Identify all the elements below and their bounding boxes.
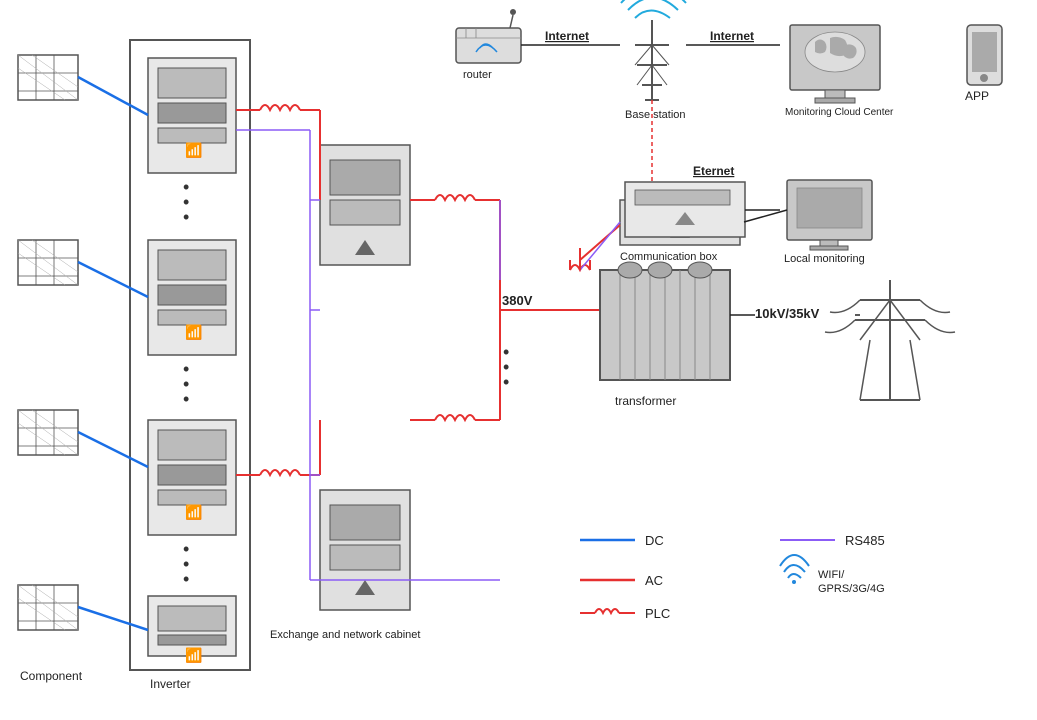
internet-label-1: Internet <box>545 29 589 43</box>
inverter-unit-4: 📶 <box>148 596 236 664</box>
svg-text:📶: 📶 <box>185 324 202 341</box>
svg-text:•: • <box>183 389 189 409</box>
app-label: APP <box>965 89 989 103</box>
wifi-legend-label2: GPRS/3G/4G <box>818 583 885 595</box>
dc-legend-label: DC <box>645 533 664 548</box>
transformer <box>600 262 730 380</box>
voltage-10k-label: 10kV/35kV <box>755 306 820 321</box>
exchange-cabinet-1 <box>320 145 410 265</box>
router-label: router <box>463 69 492 81</box>
inverter-unit-1: 📶 <box>148 58 236 173</box>
svg-text:📶: 📶 <box>185 142 202 159</box>
comm-box-label: Communication box <box>620 251 718 263</box>
local-monitoring-label: Local monitoring <box>784 253 865 265</box>
inverter-label: Inverter <box>150 677 191 691</box>
wifi-legend-label: WIFI/ <box>818 569 845 581</box>
svg-text:•: • <box>503 372 509 392</box>
inverter-unit-3: 📶 <box>148 420 236 535</box>
monitoring-cloud-label: Monitoring Cloud Center <box>785 107 894 118</box>
base-station-label: Base station <box>625 109 686 121</box>
rs485-legend-label: RS485 <box>845 533 885 548</box>
eternet-device <box>625 182 745 237</box>
svg-text:📶: 📶 <box>185 647 202 664</box>
transformer-label: transformer <box>615 394 676 408</box>
plc-legend-label: PLC <box>645 606 670 621</box>
exchange-cabinet-2 <box>320 490 410 610</box>
svg-text:•: • <box>183 207 189 227</box>
component-label: Component <box>20 669 83 683</box>
eternet-label: Eternet <box>693 164 734 178</box>
exchange-cabinet-label: Exchange and network cabinet <box>270 629 420 641</box>
ac-legend-label: AC <box>645 573 663 588</box>
svg-text:📶: 📶 <box>185 504 202 521</box>
voltage-380-label: 380V <box>502 293 533 308</box>
diagram-container: Component Inverter 📶 • • • 📶 • • • 📶 • •… <box>0 0 1037 720</box>
inverter-unit-2: 📶 <box>148 240 236 355</box>
svg-text:•: • <box>183 569 189 589</box>
app-device <box>967 25 1002 85</box>
local-monitoring-device <box>787 180 872 250</box>
internet-label-2: Internet <box>710 29 754 43</box>
